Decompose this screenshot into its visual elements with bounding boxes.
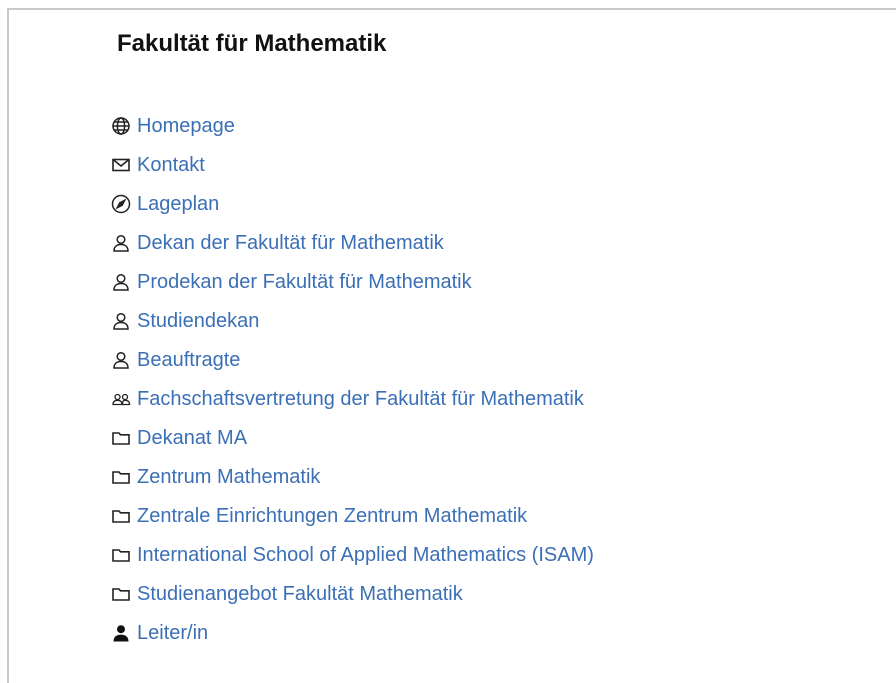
link-fachschaftsvertretung[interactable]: Fachschaftsvertretung der Fakultät für M… [137,387,584,411]
link-studiendekan[interactable]: Studiendekan [137,309,259,333]
link-item-dekanat-ma[interactable]: Dekanat MA [110,418,594,457]
link-dekan[interactable]: Dekan der Fakultät für Mathematik [137,231,444,255]
section-title: Fakultät für Mathematik [117,30,387,57]
compass-icon [110,193,131,214]
link-item-homepage[interactable]: Homepage [110,106,594,145]
link-item-kontakt[interactable]: Kontakt [110,145,594,184]
person-outline-icon [110,349,131,370]
link-lageplan[interactable]: Lageplan [137,192,219,216]
link-item-leiter[interactable]: Leiter/in [110,613,594,652]
link-item-zentrum-mathematik[interactable]: Zentrum Mathematik [110,457,594,496]
link-item-zentrale-einrichtungen[interactable]: Zentrale Einrichtungen Zentrum Mathemati… [110,496,594,535]
person-outline-icon [110,232,131,253]
folder-icon [110,427,131,448]
folder-icon [110,544,131,565]
folder-icon [110,583,131,604]
link-list: Homepage Kontakt Lageplan Dekan der Faku… [110,106,594,652]
link-item-lageplan[interactable]: Lageplan [110,184,594,223]
link-homepage[interactable]: Homepage [137,114,235,138]
person-outline-icon [110,310,131,331]
link-item-fachschaftsvertretung[interactable]: Fachschaftsvertretung der Fakultät für M… [110,379,594,418]
person-filled-icon [110,622,131,643]
link-beauftragte[interactable]: Beauftragte [137,348,240,372]
link-dekanat-ma[interactable]: Dekanat MA [137,426,247,450]
folder-icon [110,466,131,487]
link-item-beauftragte[interactable]: Beauftragte [110,340,594,379]
link-prodekan[interactable]: Prodekan der Fakultät für Mathematik [137,270,472,294]
envelope-icon [110,154,131,175]
folder-icon [110,505,131,526]
person-outline-icon [110,271,131,292]
link-item-studiendekan[interactable]: Studiendekan [110,301,594,340]
link-item-studienangebot[interactable]: Studienangebot Fakultät Mathematik [110,574,594,613]
link-item-isam[interactable]: International School of Applied Mathemat… [110,535,594,574]
link-item-dekan[interactable]: Dekan der Fakultät für Mathematik [110,223,594,262]
link-zentrum-mathematik[interactable]: Zentrum Mathematik [137,465,320,489]
globe-icon [110,115,131,136]
group-icon [110,388,131,409]
link-zentrale-einrichtungen[interactable]: Zentrale Einrichtungen Zentrum Mathemati… [137,504,527,528]
link-isam[interactable]: International School of Applied Mathemat… [137,543,594,567]
link-item-prodekan[interactable]: Prodekan der Fakultät für Mathematik [110,262,594,301]
link-leiter[interactable]: Leiter/in [137,621,208,645]
link-kontakt[interactable]: Kontakt [137,153,205,177]
link-studienangebot[interactable]: Studienangebot Fakultät Mathematik [137,582,463,606]
